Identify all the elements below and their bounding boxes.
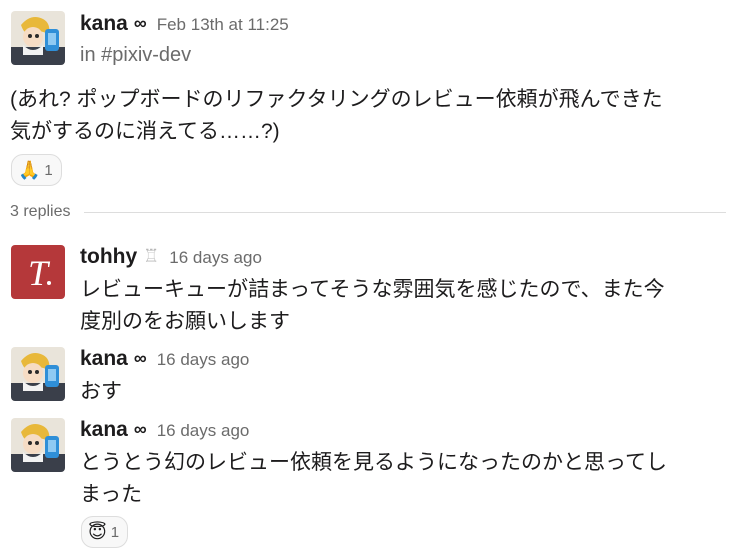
reply-header-2: kana ∞ 16 days ago [80, 347, 249, 371]
reply-text-3-line2: まった [80, 483, 143, 506]
author-name[interactable]: kana [80, 418, 128, 441]
replies-count: 3 replies [10, 203, 71, 220]
reply-text-3-line1: とうとう幻のレビュー依頼を見るようになったのかと思ってし [80, 451, 667, 474]
infinity-status-icon: ∞ [133, 348, 147, 368]
replies-divider-row: 3 replies [10, 203, 726, 221]
reaction-count: 1 [44, 161, 53, 179]
avatar-kana[interactable] [11, 418, 65, 472]
author-name[interactable]: tohhy [80, 245, 137, 268]
timestamp[interactable]: 16 days ago [169, 248, 262, 267]
reply-header-1: tohhy ♖ 16 days ago [80, 245, 262, 269]
statue-status-icon: ♖ [143, 246, 160, 266]
reply-text-1-line2: 度別のをお願いします [80, 310, 290, 333]
reply-text-2-line1: おす [80, 380, 122, 403]
reaction-count: 1 [110, 523, 120, 541]
author-name[interactable]: kana [80, 347, 128, 370]
reply-text-1-line1: レビューキューが詰まってそうな雰囲気を感じたので、また今 [80, 278, 665, 301]
infinity-status-icon: ∞ [133, 13, 147, 33]
channel-link[interactable]: in #pixiv-dev [80, 44, 191, 67]
avatar-kana[interactable] [11, 347, 65, 401]
reaction-pray[interactable]: 🙏 1 [11, 154, 62, 186]
timestamp[interactable]: 16 days ago [157, 421, 250, 440]
timestamp[interactable]: Feb 13th at 11:25 [157, 15, 289, 34]
avatar-kana[interactable] [11, 11, 65, 65]
pray-icon: 🙏 [18, 160, 41, 180]
reply-header-3: kana ∞ 16 days ago [80, 418, 249, 442]
svg-text:T: T [28, 253, 51, 293]
reaction-innocent[interactable]: 😇 1 [81, 516, 129, 548]
message-text-line2: 気がするのに消えてる……?) [10, 120, 280, 143]
message-header: kana ∞ Feb 13th at 11:25 [80, 12, 289, 36]
avatar-tohhy[interactable]: T [11, 245, 65, 299]
author-name[interactable]: kana [80, 12, 128, 35]
divider [84, 211, 726, 213]
message-text-line1: (あれ? ポップボードのリファクタリングのレビュー依頼が飛んできた [10, 88, 663, 111]
timestamp[interactable]: 16 days ago [157, 350, 250, 369]
infinity-status-icon: ∞ [133, 419, 147, 439]
smiling-halo-icon: 😇 [88, 522, 107, 542]
